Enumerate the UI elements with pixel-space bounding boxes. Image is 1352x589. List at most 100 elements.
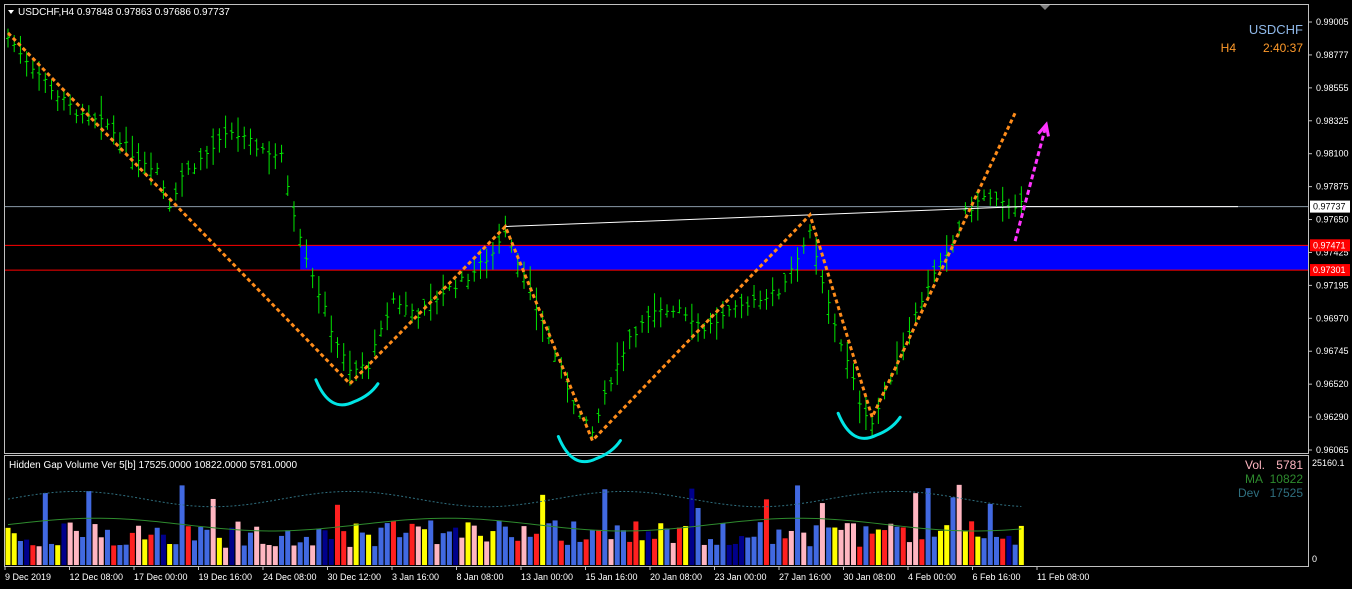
- price-bar: [764, 289, 769, 310]
- price-bar: [397, 295, 402, 315]
- price-bar: [627, 329, 632, 350]
- volume-bar: [714, 544, 720, 565]
- volume-bar: [1006, 535, 1012, 565]
- price-bar: [434, 290, 439, 315]
- volume-axis-max: 25160.1: [1312, 458, 1345, 468]
- volume-bar: [334, 504, 340, 565]
- price-tick-label: 0.98100: [1316, 149, 1349, 159]
- volume-bar: [1012, 544, 1018, 565]
- price-bar: [298, 228, 303, 248]
- volume-bar: [502, 526, 508, 565]
- volume-bar: [446, 531, 452, 565]
- time-tick-label: 20 Jan 08:00: [650, 572, 702, 582]
- volume-bar: [73, 530, 79, 565]
- price-bar: [646, 305, 651, 334]
- volume-bar: [770, 543, 776, 565]
- price-bar: [242, 126, 247, 150]
- price-bar: [770, 277, 775, 307]
- volume-bar: [540, 494, 546, 565]
- time-tick-label: 12 Dec 08:00: [70, 572, 124, 582]
- price-bar: [671, 305, 676, 318]
- price-bar: [745, 296, 750, 316]
- volume-bar: [403, 532, 409, 565]
- price-bar: [248, 128, 253, 155]
- volume-bar: [428, 520, 434, 565]
- svg-text:0.97737: 0.97737: [1313, 202, 1346, 212]
- time-tick-label: 13 Jan 00:00: [521, 572, 573, 582]
- volume-bar: [975, 536, 981, 565]
- volume-bar: [938, 530, 944, 565]
- volume-bar: [92, 524, 98, 565]
- price-bar: [223, 115, 228, 149]
- volume-bar: [993, 536, 999, 565]
- price-tick-label: 0.96745: [1316, 346, 1349, 356]
- volume-bar: [359, 532, 365, 565]
- countdown-label: 2:40:37: [1263, 41, 1303, 55]
- price-bar: [260, 142, 265, 154]
- volume-bar: [583, 539, 589, 565]
- chart-window[interactable]: USDCHF,H4 0.97848 0.97863 0.97686 0.9773…: [0, 0, 1352, 589]
- price-bar: [913, 302, 918, 323]
- resistance-zone: [5, 206, 1309, 271]
- volume-bar: [390, 520, 396, 565]
- price-bar: [975, 189, 980, 221]
- price-bar: [55, 90, 60, 112]
- volume-bar: [247, 532, 253, 565]
- price-bar: [441, 274, 446, 307]
- price-bar: [279, 144, 284, 163]
- price-bar: [988, 189, 993, 206]
- volume-bar: [577, 541, 583, 565]
- volume-bar: [838, 529, 844, 565]
- volume-bar: [850, 523, 856, 565]
- price-bar: [1019, 186, 1024, 215]
- chart-header: USDCHF,H4 0.97848 0.97863 0.97686 0.9773…: [18, 7, 230, 18]
- volume-bar: [254, 526, 260, 565]
- price-bar: [6, 28, 10, 48]
- volume-bar: [608, 539, 614, 565]
- volume-bar: [589, 530, 595, 565]
- zone-top-price-tag: 0.97471: [1310, 239, 1350, 252]
- volume-bar: [36, 546, 42, 565]
- price-bar: [236, 117, 241, 152]
- volume-bar: [745, 537, 751, 565]
- volume-axis-zero: 0: [1312, 554, 1317, 564]
- time-tick-label: 30 Jan 08:00: [844, 572, 896, 582]
- price-bar: [130, 135, 135, 170]
- volume-bar: [67, 522, 73, 565]
- price-bar: [341, 343, 346, 371]
- volume-bar: [620, 530, 626, 565]
- price-bar: [323, 291, 328, 317]
- volume-bar: [453, 527, 459, 565]
- volume-bar: [869, 533, 875, 565]
- price-bar: [310, 267, 315, 289]
- volume-bar: [471, 525, 477, 565]
- volume-bar: [788, 530, 794, 565]
- price-bar: [335, 337, 340, 358]
- volume-bar: [509, 537, 515, 565]
- volume-bar: [664, 528, 670, 565]
- volume-bar: [17, 540, 23, 565]
- time-tick-label: 17 Dec 00:00: [134, 572, 188, 582]
- volume-bar: [229, 527, 235, 565]
- volume-bar: [353, 523, 359, 565]
- price-bar: [267, 141, 272, 175]
- price-bar: [758, 290, 763, 310]
- price-tick-label: 0.97650: [1316, 215, 1349, 225]
- chart-menu-arrow-icon[interactable]: [8, 10, 14, 14]
- volume-bar: [875, 529, 881, 565]
- volume-bar: [515, 540, 521, 565]
- volume-bar: [701, 544, 707, 565]
- price-bar: [155, 162, 160, 176]
- volume-ma-line: [7, 517, 1022, 532]
- volume-bar: [104, 529, 110, 565]
- legend-dev-value: 17525: [1270, 486, 1304, 500]
- volume-bar: [962, 531, 968, 565]
- scroll-marker-icon[interactable]: [1040, 5, 1050, 10]
- volume-dev-line: [7, 490, 1022, 508]
- legend-ma-value: 10822: [1270, 472, 1304, 486]
- symbol-label: USDCHF: [1249, 22, 1303, 37]
- volume-bar: [129, 532, 135, 565]
- price-bar: [99, 95, 104, 140]
- projection-arrow: [1013, 124, 1048, 242]
- volume-bar: [844, 523, 850, 565]
